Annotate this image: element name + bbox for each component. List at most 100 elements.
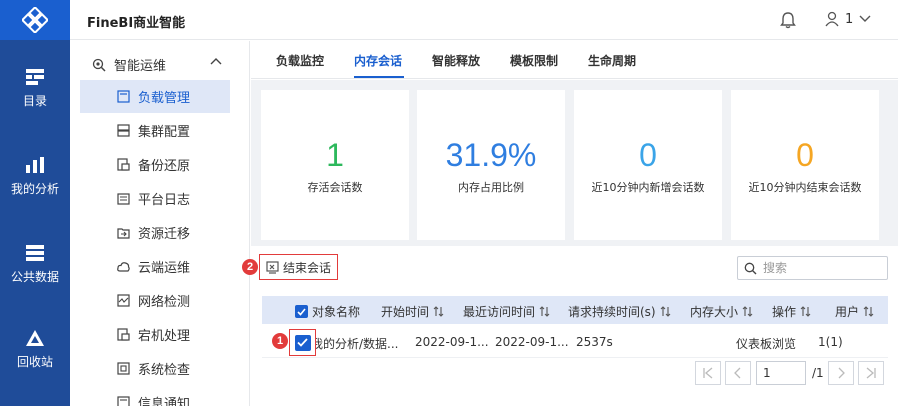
column-duration[interactable]: 请求持续时间(s) [568, 303, 672, 320]
column-header: 内存大小 [690, 305, 739, 319]
checkbox[interactable] [294, 334, 311, 351]
sidebar-item-resource-migration[interactable]: 资源迁移 [80, 216, 230, 249]
top-header: FineBI商业智能 1 [70, 0, 898, 40]
column-header: 对象名称 [312, 305, 361, 319]
stat-value: 0 [796, 137, 814, 173]
table-row[interactable]: 我的分析/数据... 2022-09-1... 2022-09-1... 253… [262, 326, 888, 358]
stat-caption: 近10分钟内新增会话数 [591, 181, 705, 194]
page-number-input[interactable]: 1 [756, 361, 806, 385]
app-title: FineBI商业智能 [87, 16, 186, 31]
chevron-down-icon [859, 15, 871, 22]
sort-icon [660, 306, 671, 317]
checkbox[interactable] [295, 305, 308, 318]
sidebar-item-crash-handling[interactable]: 宕机处理 [80, 318, 230, 351]
column-header: 请求持续时间(s) [568, 305, 656, 319]
cell-duration: 2537s [576, 335, 613, 349]
search-icon [744, 262, 757, 274]
nav-item-public-data[interactable]: 公共数据 [0, 244, 70, 285]
sidebar-item-label: 网络检测 [138, 295, 191, 310]
sort-icon [863, 306, 874, 317]
log-icon [117, 193, 130, 205]
stat-caption: 存活会话数 [307, 181, 363, 194]
tab-lifecycle[interactable]: 生命周期 [588, 52, 636, 69]
sidebar-item-backup-restore[interactable]: 备份还原 [80, 148, 230, 181]
column-header: 用户 [835, 305, 860, 319]
search-box[interactable] [737, 256, 888, 280]
sidebar-item-label: 集群配置 [138, 125, 191, 140]
left-nav: 目录 我的分析 公共数据 回收站 [0, 0, 70, 406]
sidebar-group-label: 智能运维 [114, 59, 167, 74]
check-icon [297, 307, 306, 316]
cell-last-access: 2022-09-1... [495, 335, 569, 349]
sidebar-item-load-management[interactable]: 负载管理 [80, 80, 230, 113]
sort-icon [800, 306, 811, 317]
tab-smart-release[interactable]: 智能释放 [432, 52, 480, 69]
logo-icon [22, 7, 48, 33]
nav-item-label: 目录 [22, 94, 47, 108]
sidebar: 智能运维 负载管理 集群配置 备份还原 平台日志 资源迁移 云端运维 网络检测 … [70, 41, 250, 406]
end-session-label: 结束会话 [282, 260, 331, 275]
sidebar-item-network-check[interactable]: 网络检测 [80, 284, 230, 317]
sidebar-item-notification[interactable]: 信息通知 [80, 386, 230, 406]
sidebar-item-label: 平台日志 [138, 193, 191, 208]
cloud-icon [117, 262, 130, 272]
last-page-button[interactable] [858, 361, 884, 385]
column-header: 操作 [772, 305, 797, 319]
nav-item-label: 公共数据 [10, 270, 59, 284]
user-name: 1 [845, 11, 854, 27]
analysis-icon [26, 157, 44, 173]
column-start-time[interactable]: 开始时间 [381, 303, 445, 320]
sidebar-item-label: 云端运维 [138, 261, 191, 276]
sidebar-item-cluster-config[interactable]: 集群配置 [80, 114, 230, 147]
cell-name: 我的分析/数据... [311, 337, 399, 351]
column-header: 开始时间 [381, 305, 430, 319]
table-header: 对象名称 开始时间 最近访问时间 请求持续时间(s) 内存大小 操作 用户 [262, 296, 888, 324]
stat-caption: 近10分钟内结束会话数 [748, 181, 862, 194]
sidebar-item-platform-log[interactable]: 平台日志 [80, 182, 230, 215]
active-tab-indicator [354, 76, 404, 78]
nav-item-label: 我的分析 [10, 182, 59, 196]
end-session-button[interactable]: 结束会话 [259, 254, 338, 280]
stat-value: 0 [639, 137, 657, 173]
search-input[interactable] [763, 261, 873, 275]
user-menu[interactable]: 1 [825, 11, 871, 27]
first-page-button[interactable] [695, 361, 721, 385]
sidebar-item-label: 备份还原 [138, 159, 191, 174]
next-page-button[interactable] [828, 361, 854, 385]
column-operation[interactable]: 操作 [772, 303, 812, 320]
cell-user: 1(1) [818, 335, 843, 349]
column-header: 最近访问时间 [463, 305, 536, 319]
user-icon [825, 11, 839, 27]
stat-value: 31.9% [445, 137, 537, 173]
tab-load-monitor[interactable]: 负载监控 [276, 52, 324, 69]
migration-icon [117, 228, 130, 239]
sidebar-item-cloud-ops[interactable]: 云端运维 [80, 250, 230, 283]
tab-template-limit[interactable]: 模板限制 [510, 52, 558, 69]
stat-card-new-sessions: 0 近10分钟内新增会话数 [574, 90, 722, 240]
chevron-up-icon[interactable] [210, 57, 222, 65]
stat-value: 1 [326, 137, 344, 173]
prev-page-button[interactable] [725, 361, 751, 385]
column-last-access[interactable]: 最近访问时间 [463, 303, 551, 320]
app-logo[interactable] [0, 0, 70, 40]
catalog-icon [26, 69, 44, 85]
sort-icon [539, 306, 550, 317]
nav-item-recycle-bin[interactable]: 回收站 [0, 329, 70, 370]
column-user[interactable]: 用户 [835, 303, 875, 320]
cluster-icon [117, 124, 130, 137]
column-memory[interactable]: 内存大小 [690, 303, 754, 320]
chevron-left-icon [734, 367, 741, 379]
end-session-icon [266, 260, 279, 274]
row-checkbox[interactable] [289, 329, 316, 356]
system-check-icon [117, 362, 130, 375]
tab-memory-session[interactable]: 内存会话 [354, 52, 402, 69]
stat-card-active-sessions: 1 存活会话数 [261, 90, 409, 240]
select-all-checkbox[interactable]: 对象名称 [295, 303, 360, 320]
sidebar-item-system-check[interactable]: 系统检查 [80, 352, 230, 385]
bell-icon[interactable] [780, 11, 796, 29]
nav-item-catalog[interactable]: 目录 [0, 68, 70, 109]
nav-item-my-analysis[interactable]: 我的分析 [0, 156, 70, 197]
sidebar-item-label: 系统检查 [138, 363, 191, 378]
ops-icon [92, 58, 106, 72]
sidebar-group-ops[interactable]: 智能运维 [92, 55, 166, 74]
